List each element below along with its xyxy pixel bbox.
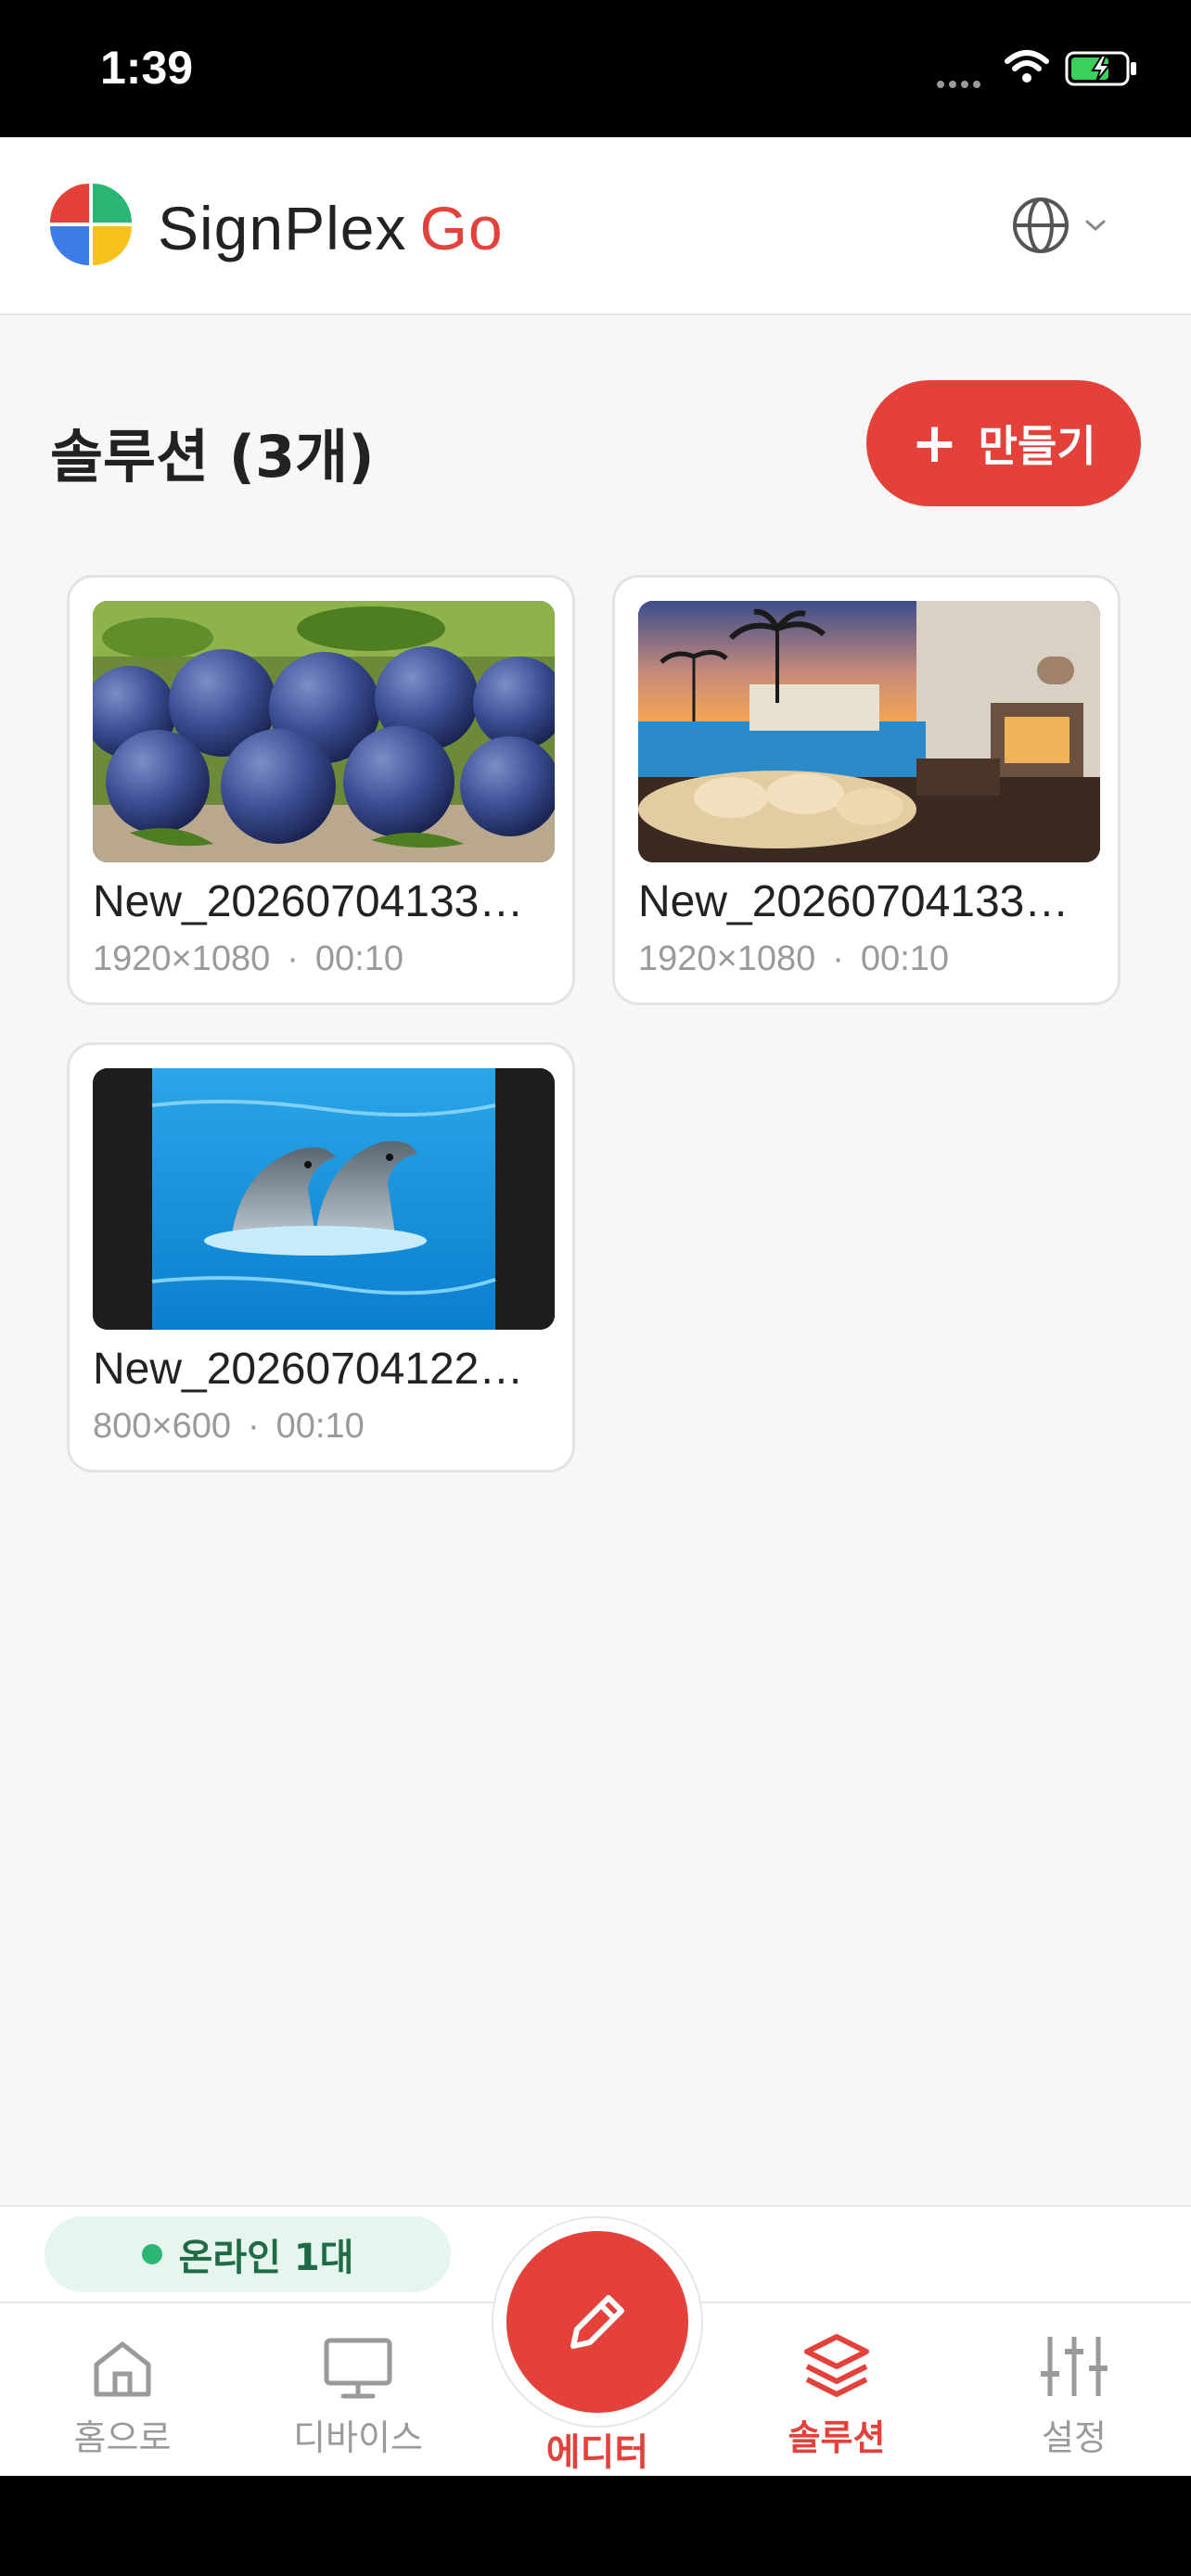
solution-duration: 00:10 — [314, 939, 404, 978]
solution-resolution: 1920×1080 — [638, 939, 816, 978]
solution-name: New_20260704133… — [638, 877, 1069, 926]
tab-solutions[interactable]: 솔루션 — [744, 2309, 929, 2460]
online-status-badge: 온라인 1대 — [45, 2216, 451, 2292]
tab-devices-label: 디바이스 — [293, 2417, 423, 2458]
create-button-label: 만들기 — [978, 421, 1096, 471]
tab-editor-button[interactable] — [492, 2216, 703, 2428]
brand-logo-text: SignPlex Go — [158, 193, 504, 263]
globe-icon — [1013, 198, 1069, 253]
solution-meta: 1920×1080 · 00:10 — [638, 939, 949, 979]
solution-card[interactable]: New_20260704133… 1920×1080 · 00:10 — [612, 575, 1121, 1005]
solution-duration: 00:10 — [860, 939, 950, 978]
solution-meta: 800×600 · 00:10 — [93, 1407, 365, 1447]
solution-thumbnail — [638, 601, 1100, 862]
signplex-logo-icon — [50, 184, 132, 265]
home-indicator-area — [0, 2476, 1191, 2576]
solution-name: New_20260704122… — [93, 1345, 524, 1394]
meta-separator: · — [287, 939, 299, 978]
tab-devices[interactable]: 디바이스 — [265, 2309, 451, 2460]
create-button[interactable]: + 만들기 — [866, 380, 1141, 506]
solution-meta: 1920×1080 · 00:10 — [93, 939, 403, 979]
tab-settings[interactable]: 설정 — [981, 2309, 1167, 2460]
solution-thumbnail — [93, 1068, 555, 1330]
tab-home[interactable]: 홈으로 — [30, 2309, 215, 2460]
app-header: SignPlex Go — [0, 137, 1191, 315]
online-status-label: 온라인 1대 — [178, 2237, 354, 2279]
solution-card[interactable]: New_20260704133… 1920×1080 · 00:10 — [67, 575, 575, 1005]
layers-icon — [804, 2334, 869, 2397]
solution-name: New_20260704133… — [93, 877, 524, 926]
home-icon — [94, 2341, 151, 2397]
solution-duration: 00:10 — [275, 1407, 365, 1446]
meta-separator: · — [248, 1407, 260, 1446]
wifi-icon — [1005, 50, 1049, 83]
solutions-page: 솔루션 (3개) + 만들기 New_20260704133… 1920×108… — [0, 315, 1191, 2205]
brand-suffix: Go — [419, 194, 504, 262]
plus-icon: + — [911, 411, 958, 476]
status-time: 1:39 — [100, 42, 194, 94]
solution-thumbnail — [93, 601, 555, 862]
status-bar: 1:39 — [0, 0, 1191, 137]
brand-name: SignPlex — [158, 194, 407, 262]
language-selector[interactable] — [1011, 193, 1122, 258]
pencil-icon — [570, 2295, 624, 2349]
tab-settings-label: 설정 — [1042, 2417, 1107, 2458]
solution-card[interactable]: New_20260704122… 800×600 · 00:10 — [67, 1042, 575, 1473]
chevron-down-icon — [1085, 220, 1106, 231]
sliders-icon — [1041, 2337, 1108, 2396]
editor-fab[interactable] — [506, 2231, 688, 2413]
tab-solutions-label: 솔루션 — [788, 2417, 886, 2458]
tab-editor-label: 에디터 — [545, 2431, 649, 2474]
solution-resolution: 800×600 — [93, 1407, 231, 1446]
signal-icon — [937, 74, 985, 92]
tab-home-label: 홈으로 — [73, 2417, 172, 2458]
online-dot-icon — [141, 2244, 162, 2264]
monitor-icon — [324, 2338, 392, 2399]
page-title: 솔루션 (3개) — [50, 423, 375, 491]
solution-resolution: 1920×1080 — [93, 939, 271, 978]
meta-separator: · — [832, 939, 844, 978]
battery-icon — [1065, 51, 1136, 86]
bottom-navigation: 온라인 1대 홈으로 디바이스 에디터 솔루션 설정 — [0, 2205, 1191, 2478]
